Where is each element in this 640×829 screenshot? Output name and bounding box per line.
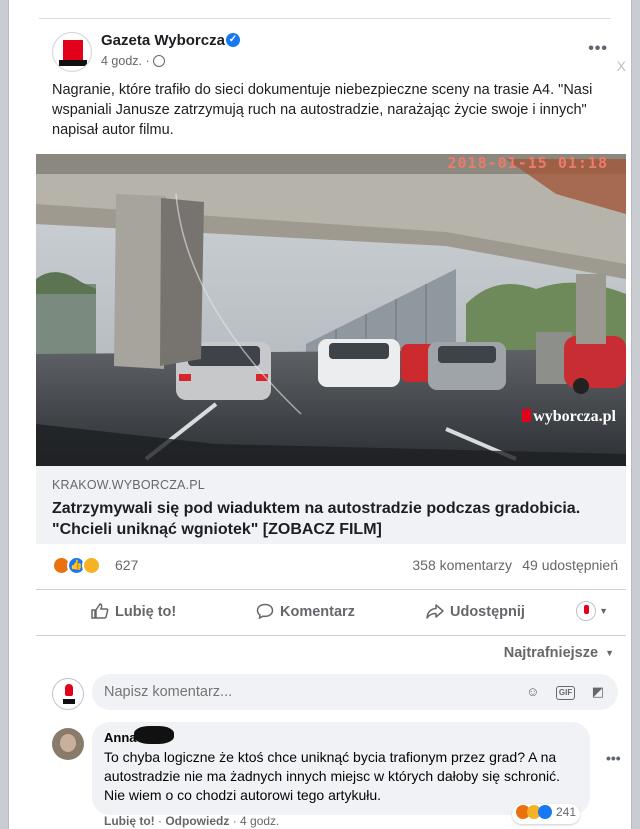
post-header: Gazeta Wyborcza ✓ 4 godz. · ••• X bbox=[36, 20, 626, 76]
composer-icons: ☺ GIF ◩ bbox=[514, 683, 604, 701]
video-timestamp: 2018-01-15 01:18 bbox=[447, 154, 608, 172]
commenter-avatar[interactable] bbox=[52, 728, 84, 760]
like-reaction-icon bbox=[538, 805, 552, 819]
gif-icon[interactable]: GIF bbox=[555, 686, 576, 700]
post-text: Nagranie, które trafiło do sieci dokumen… bbox=[52, 82, 593, 138]
globe-icon bbox=[153, 55, 165, 67]
watermark: wyborcza.pl bbox=[522, 408, 616, 426]
comment-more-icon[interactable]: ••• bbox=[606, 750, 621, 766]
comment-actions: Lubię to! · Odpowiedz · 4 godz. bbox=[104, 814, 279, 828]
comment-time[interactable]: 4 godz. bbox=[240, 814, 279, 828]
comment-bubble: Anna To chyba logiczne że ktoś chce unik… bbox=[92, 722, 590, 815]
reaction-profile-selector[interactable]: ▼ bbox=[576, 601, 608, 621]
composer-avatar bbox=[52, 678, 84, 710]
page-name[interactable]: Gazeta Wyborcza bbox=[101, 32, 225, 49]
share-button[interactable]: Udostępnij bbox=[426, 603, 525, 620]
comment-count[interactable]: 358 komentarzy bbox=[412, 557, 512, 573]
verified-icon: ✓ bbox=[226, 33, 240, 47]
share-icon bbox=[426, 604, 444, 619]
video-thumbnail[interactable]: 2018-01-15 01:18 wyborcza.pl bbox=[36, 154, 626, 466]
logo-mark bbox=[63, 40, 83, 60]
like-label: Lubię to! bbox=[115, 604, 177, 620]
comment-text: To chyba logiczne że ktoś chce uniknąć b… bbox=[104, 749, 560, 803]
page-mini-avatar bbox=[576, 601, 597, 621]
comment-reaction-count: 241 bbox=[556, 805, 577, 819]
divider bbox=[39, 18, 611, 19]
comment-like-link[interactable]: Lubię to! bbox=[104, 814, 155, 828]
link-title[interactable]: Zatrzymywali się pod wiaduktem na autost… bbox=[52, 498, 610, 540]
chevron-down-icon: ▼ bbox=[599, 606, 608, 616]
like-icon bbox=[91, 603, 109, 619]
feed-post: Gazeta Wyborcza ✓ 4 godz. · ••• X Nagran… bbox=[36, 20, 626, 829]
close-icon[interactable]: X bbox=[617, 58, 626, 74]
chevron-down-icon: ▼ bbox=[605, 648, 614, 659]
separator: · bbox=[232, 814, 241, 828]
sort-dropdown[interactable]: Najtrafniejsze ▼ bbox=[504, 645, 614, 661]
share-label: Udostępnij bbox=[450, 604, 525, 620]
comment-sort: Najtrafniejsze ▼ bbox=[36, 636, 626, 674]
watermark-text: wyborcza.pl bbox=[533, 408, 616, 425]
sticker-icon[interactable]: ◩ bbox=[592, 684, 604, 700]
smiley-icon[interactable]: ☺ bbox=[526, 684, 539, 699]
more-icon[interactable]: ••• bbox=[588, 40, 608, 58]
page-avatar[interactable] bbox=[52, 32, 92, 72]
comment-button[interactable]: Komentarz bbox=[256, 603, 355, 620]
comment-icon bbox=[256, 603, 274, 619]
link-preview[interactable]: KRAKOW.WYBORCZA.PL Zatrzymywali się pod … bbox=[36, 466, 626, 544]
post-time[interactable]: 4 godz. · bbox=[101, 54, 150, 68]
comment-reactions[interactable]: 241 bbox=[512, 804, 581, 824]
like-button[interactable]: Lubię to! bbox=[91, 603, 176, 620]
screen-frame: Gazeta Wyborcza ✓ 4 godz. · ••• X Nagran… bbox=[8, 0, 632, 829]
comment-reply-link[interactable]: Odpowiedz bbox=[165, 814, 229, 828]
comment-author[interactable]: Anna bbox=[104, 726, 578, 745]
reaction-count[interactable]: 627 bbox=[115, 557, 138, 573]
haha-reaction-icon bbox=[82, 556, 101, 575]
comment-author-name: Anna bbox=[104, 730, 137, 745]
comment-label: Komentarz bbox=[280, 604, 355, 620]
comment-item: Anna To chyba logiczne że ktoś chce unik… bbox=[36, 722, 626, 829]
logo-bar bbox=[59, 60, 87, 66]
comment-composer: ☺ GIF ◩ bbox=[36, 674, 626, 722]
sort-label: Najtrafniejsze bbox=[503, 645, 599, 661]
post-stats: 👍 627 358 komentarzy 49 udostępnień bbox=[36, 544, 626, 590]
redaction-mark bbox=[134, 726, 174, 744]
share-count[interactable]: 49 udostępnień bbox=[522, 557, 618, 573]
post-actions: Lubię to! Komentarz Udostępnij ▼ bbox=[36, 590, 626, 636]
link-domain: KRAKOW.WYBORCZA.PL bbox=[52, 478, 205, 492]
